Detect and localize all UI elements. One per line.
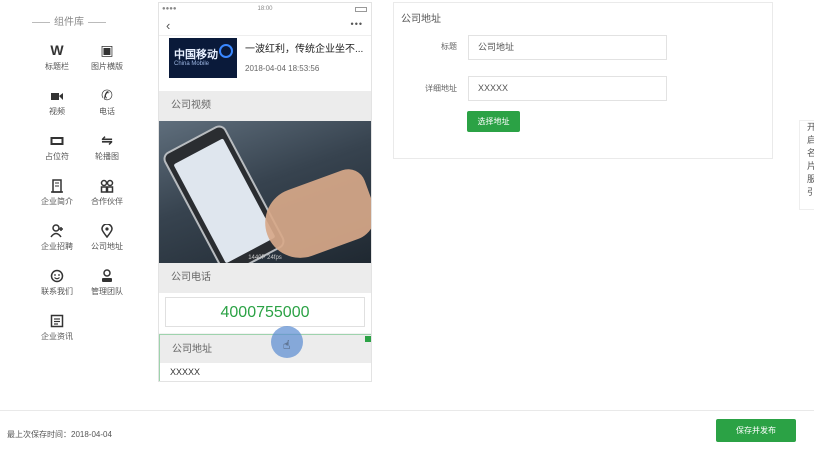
select-address-button[interactable]: 选择地址 [467, 111, 520, 132]
address-section-title: 公司地址 [160, 335, 371, 363]
title-input[interactable]: 公司地址 [468, 35, 667, 60]
component-label: 电话 [99, 107, 115, 116]
back-icon[interactable]: ‹ [166, 18, 170, 33]
detail-address-label: 详细地址 [425, 84, 457, 93]
right-edge-panel: 开 启 名 片 服 引 [799, 120, 814, 210]
video-caption: 1440P 24fps [248, 255, 282, 261]
component-label: 企业招聘 [41, 242, 73, 251]
component-news[interactable]: 企业资讯 [35, 310, 79, 350]
component-library: 组件库 W 标题栏 ▣ 图片横版 视频 ✆ 电话 占位符 ⇋ 轮播图 企业简介 … [0, 0, 138, 410]
more-icon[interactable]: ••• [351, 19, 363, 29]
phone-icon: ✆ [101, 87, 113, 103]
component-label: 企业资讯 [41, 332, 73, 341]
phone-number-box[interactable]: 4000755000 [159, 293, 371, 333]
component-carousel[interactable]: ⇋ 轮播图 [85, 130, 129, 170]
component-label: 联系我们 [41, 287, 73, 296]
video-icon [35, 85, 79, 105]
china-mobile-logo-icon [219, 44, 233, 58]
edge-text: 服 [807, 174, 814, 184]
detail-address-input[interactable]: XXXXX [468, 76, 667, 101]
component-label: 公司地址 [91, 242, 123, 251]
component-label: 标题栏 [45, 62, 69, 71]
logo-text-en: China Mobile [174, 61, 210, 67]
phone-status-bar: ●●●● 18:00 [159, 3, 371, 16]
component-label: 管理团队 [91, 287, 123, 296]
contact-icon [35, 265, 79, 285]
component-label: 占位符 [45, 152, 69, 161]
video-section-title: 公司视频 [159, 91, 371, 121]
component-title-bar[interactable]: W 标题栏 [35, 40, 79, 80]
edge-text: 开 [807, 122, 814, 132]
edge-text: 引 [807, 187, 814, 197]
phone-section-title: 公司电话 [159, 263, 371, 293]
status-time: 18:00 [257, 6, 273, 12]
battery-icon [355, 7, 367, 12]
selection-corner-icon[interactable] [365, 336, 371, 342]
component-company-intro[interactable]: 企业简介 [35, 175, 79, 215]
address-config-panel: 公司地址 标题 公司地址 详细地址 XXXXX 选择地址 [393, 2, 773, 159]
address-icon [85, 220, 129, 240]
component-recruit[interactable]: 企业招聘 [35, 220, 79, 260]
component-placeholder[interactable]: 占位符 [35, 130, 79, 170]
news-item[interactable]: 中国移动 China Mobile 一波红利，传统企业坐不... 2018-04… [159, 36, 371, 91]
video-phone-image [160, 122, 288, 263]
component-label: 轮播图 [95, 152, 119, 161]
component-label: 视频 [49, 107, 65, 116]
component-address[interactable]: 公司地址 [85, 220, 129, 260]
company-intro-icon [35, 175, 79, 195]
news-date: 2018-04-04 18:53:56 [245, 64, 320, 73]
component-image-nav[interactable]: ▣ 图片横版 [85, 40, 129, 80]
placeholder-icon [35, 130, 79, 150]
last-saved-time: 最上次保存时间：2018-04-04 [7, 430, 112, 439]
library-title: 组件库 [0, 13, 138, 28]
component-label: 图片横版 [91, 62, 123, 71]
phone-preview: ●●●● 18:00 ‹ ••• 中国移动 China Mobile 一波红利，… [158, 2, 372, 382]
recruit-icon [35, 220, 79, 240]
news-icon [35, 310, 79, 330]
edge-text: 片 [807, 161, 814, 171]
carousel-icon: ⇋ [101, 132, 113, 148]
component-phone[interactable]: ✆ 电话 [85, 85, 129, 125]
image-nav-icon: ▣ [100, 42, 114, 58]
panel-title: 公司地址 [401, 14, 441, 25]
save-publish-button[interactable]: 保存并发布 [716, 419, 796, 442]
edge-text: 名 [807, 148, 814, 158]
title-bar-icon: W [50, 42, 64, 58]
company-video[interactable]: 1440P 24fps [159, 121, 371, 263]
address-section-selected[interactable]: 公司地址 XXXXX [159, 334, 371, 381]
phone-number: 4000755000 [165, 297, 365, 327]
component-label: 合作伙伴 [91, 197, 123, 206]
news-headline: 一波红利，传统企业坐不... [245, 44, 364, 55]
team-icon [85, 265, 129, 285]
component-partners[interactable]: 合作伙伴 [85, 175, 129, 215]
news-thumbnail: 中国移动 China Mobile [169, 38, 237, 78]
address-value: XXXXX [160, 363, 371, 381]
component-contact[interactable]: 联系我们 [35, 265, 79, 305]
title-field-label: 标题 [441, 42, 457, 51]
bottom-bar: 最上次保存时间：2018-04-04 保存并发布 [0, 410, 814, 460]
logo-text-cn: 中国移动 [174, 49, 218, 61]
edge-text: 启 [807, 135, 814, 145]
partners-icon [85, 175, 129, 195]
pointer-cursor-icon: ☝ [271, 326, 303, 358]
phone-navbar: ‹ ••• [159, 16, 371, 36]
component-label: 企业简介 [41, 197, 73, 206]
component-team[interactable]: 管理团队 [85, 265, 129, 305]
component-video[interactable]: 视频 [35, 85, 79, 125]
